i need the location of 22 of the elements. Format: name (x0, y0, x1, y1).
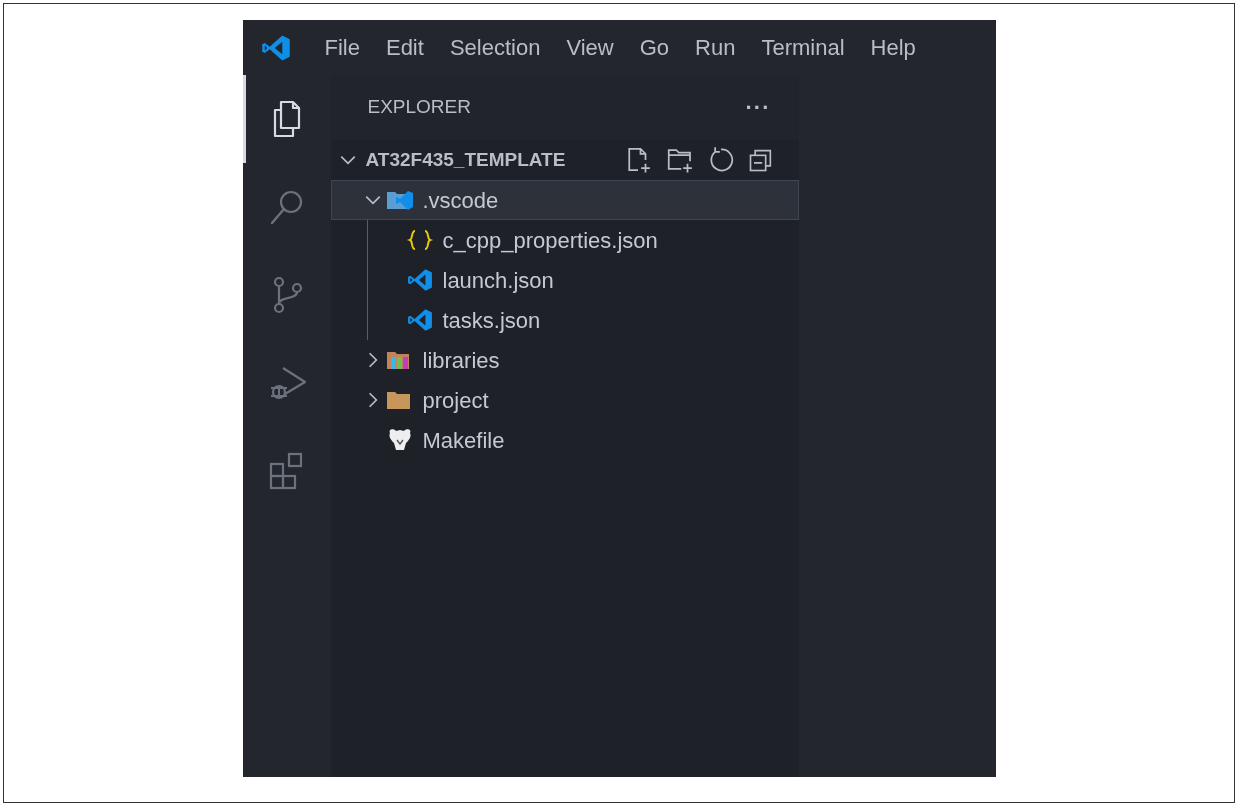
more-actions-button[interactable]: ··· (745, 91, 771, 124)
tree-item-label[interactable]: launch.json (442, 263, 554, 297)
vscode-logo-icon (405, 267, 434, 293)
tree-item-label[interactable]: libraries (422, 343, 500, 377)
vscode-logo-icon (405, 307, 434, 333)
menu-item[interactable]: Edit (379, 36, 430, 59)
tree-item-label[interactable]: Makefile (422, 423, 505, 457)
menu-item[interactable]: File (318, 36, 366, 59)
tree-row[interactable]: .vscode (330, 180, 799, 220)
menu-item[interactable]: Go (633, 36, 676, 59)
menu-item[interactable]: View (560, 36, 620, 59)
tree-item-label[interactable]: project (422, 383, 489, 417)
workspace-name[interactable]: AT32F435_TEMPLATE (365, 145, 623, 175)
tree-item-label[interactable]: tasks.json (442, 303, 541, 337)
menu-item[interactable]: Selection (443, 36, 547, 59)
menu-item[interactable]: Help (864, 36, 922, 59)
menu-item[interactable]: Terminal (755, 36, 851, 59)
explorer-title: EXPLORER (367, 95, 471, 120)
tree-item-label[interactable]: c_cpp_properties.json (442, 223, 658, 257)
vscode-folder-icon (385, 188, 414, 212)
menu-item[interactable]: Run (689, 36, 742, 59)
braces-icon (405, 228, 434, 252)
